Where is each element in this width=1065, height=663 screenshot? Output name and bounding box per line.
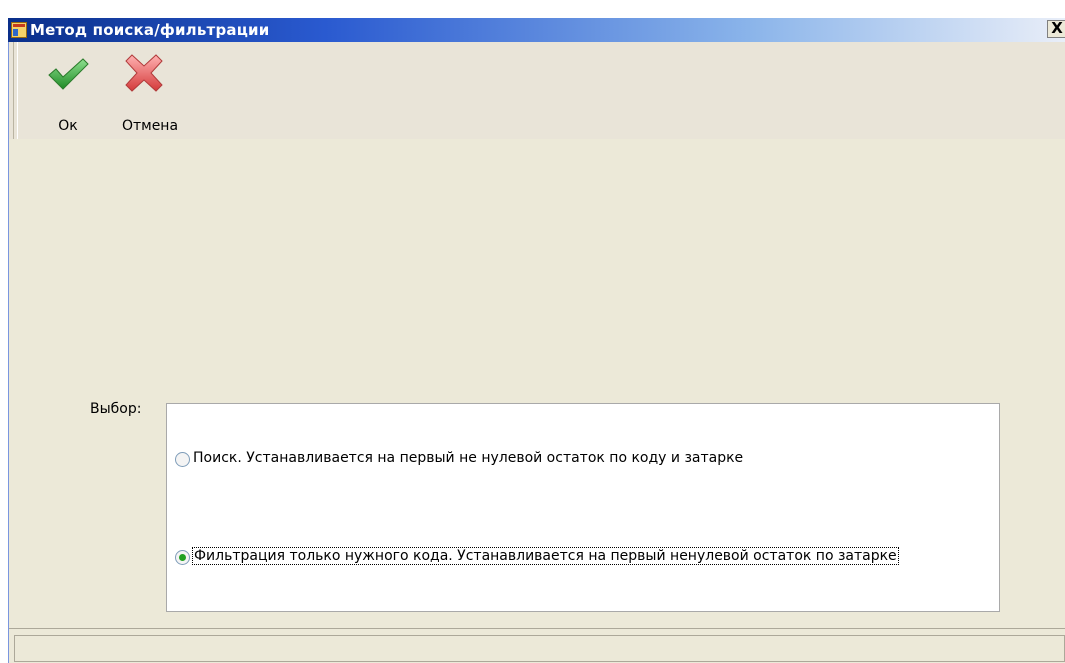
- content-area: Выбор: Поиск. Устанавливается на первый …: [8, 139, 1065, 623]
- status-bar: [8, 628, 1065, 663]
- radio-button-selected[interactable]: [175, 550, 190, 565]
- app-icon: [11, 22, 27, 38]
- toolbar: Ок Отмена: [8, 42, 1065, 140]
- ok-label: Ок: [58, 118, 78, 134]
- radio-group: Поиск. Устанавливается на первый не нуле…: [166, 403, 1000, 612]
- red-x-icon: [125, 54, 163, 92]
- checkmark-icon: [48, 58, 89, 90]
- ok-button[interactable]: Ок: [32, 42, 104, 139]
- cancel-button[interactable]: Отмена: [108, 42, 192, 139]
- radio-option-label: Поиск. Устанавливается на первый не нуле…: [193, 450, 744, 466]
- window-border: [8, 42, 9, 663]
- window-title: Метод поиска/фильтрации: [30, 21, 270, 39]
- choice-label: Выбор:: [90, 401, 142, 417]
- radio-option-label: Фильтрация только нужного кода. Устанавл…: [192, 547, 899, 565]
- close-button[interactable]: X: [1047, 20, 1065, 38]
- dialog-window: Метод поиска/фильтрации X Ок Отмена Выбо…: [8, 18, 1065, 663]
- title-bar[interactable]: Метод поиска/фильтрации X: [8, 18, 1065, 42]
- toolbar-grip[interactable]: [13, 42, 18, 139]
- status-panel: [14, 635, 1065, 662]
- cancel-label: Отмена: [121, 118, 179, 134]
- radio-button[interactable]: [175, 452, 190, 467]
